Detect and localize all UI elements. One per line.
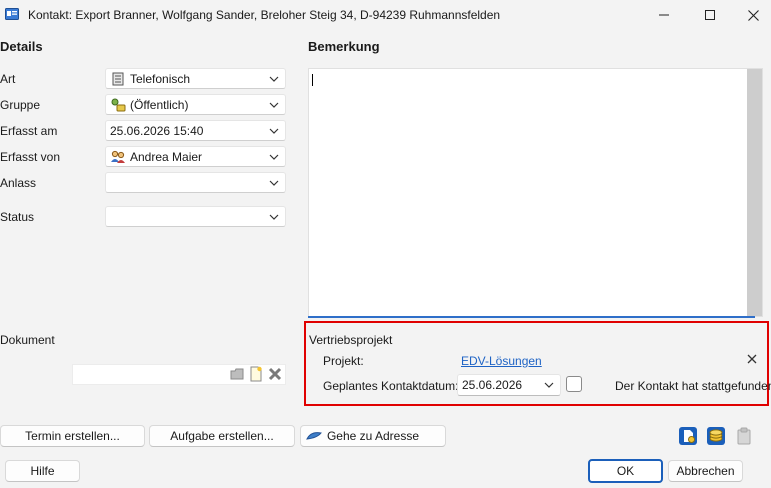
maximize-button[interactable] [687, 0, 733, 30]
chevron-down-icon[interactable] [263, 95, 285, 114]
projekt-link[interactable]: EDV-Lösungen [461, 354, 542, 368]
text-caret [312, 74, 313, 86]
erfasst-am-datetime[interactable]: 25.06.2026 15:40 [105, 120, 286, 141]
chevron-down-icon[interactable] [263, 173, 285, 192]
close-icon [747, 9, 759, 21]
ok-button[interactable]: OK [588, 459, 663, 483]
clipboard-icon [737, 427, 751, 445]
dokument-label: Dokument [0, 333, 55, 347]
details-heading: Details [0, 39, 43, 54]
gruppe-combobox[interactable]: (Öffentlich) [105, 94, 286, 115]
coins-button[interactable] [705, 425, 727, 447]
anlass-combobox[interactable] [105, 172, 286, 193]
chevron-down-icon[interactable] [538, 382, 560, 388]
title-bar: Kontakt: Export Branner, Wolfgang Sander… [0, 0, 771, 30]
close-window-button[interactable] [730, 0, 771, 30]
erfasst-von-combobox[interactable]: Andrea Maier [105, 146, 286, 167]
status-label: Status [0, 210, 35, 224]
gehe-zu-adresse-button[interactable]: Gehe zu Adresse [300, 425, 446, 447]
minimize-icon [659, 14, 669, 16]
aufgabe-erstellen-button[interactable]: Aufgabe erstellen... [149, 425, 295, 447]
vertriebsprojekt-heading: Vertriebsprojekt [309, 333, 393, 347]
art-value: Telefonisch [130, 71, 191, 86]
gruppe-label: Gruppe [0, 98, 41, 112]
disabled-tool-button[interactable] [733, 425, 755, 447]
phone-list-icon [110, 71, 126, 87]
kontaktdatum-label: Geplantes Kontaktdatum: [323, 379, 459, 393]
anlass-label: Anlass [0, 176, 37, 190]
users-icon [110, 149, 126, 165]
new-document-icon[interactable] [248, 366, 264, 382]
coins-icon [707, 427, 725, 445]
folder-icon[interactable] [229, 366, 245, 382]
focus-underline [308, 316, 755, 318]
document-add-icon [679, 427, 697, 445]
art-label: Art [0, 72, 16, 86]
bemerkung-heading: Bemerkung [308, 39, 380, 54]
contact-card-icon [5, 8, 19, 20]
delete-icon[interactable] [267, 366, 283, 382]
chevron-down-icon[interactable] [263, 69, 285, 88]
group-key-icon [110, 97, 126, 113]
kontakt-stattgefunden-label: Der Kontakt hat stattgefunden [615, 379, 771, 393]
remove-projekt-button[interactable] [745, 352, 759, 366]
bemerkung-textarea[interactable] [308, 68, 763, 317]
map-location-icon [306, 429, 322, 446]
close-icon [747, 354, 757, 364]
erfasst-von-value: Andrea Maier [130, 149, 203, 164]
maximize-icon [705, 10, 715, 20]
abbrechen-button[interactable]: Abbrechen [668, 460, 743, 482]
window-title: Kontakt: Export Branner, Wolfgang Sander… [28, 8, 501, 22]
minimize-button[interactable] [641, 0, 687, 30]
termin-erstellen-button[interactable]: Termin erstellen... [0, 425, 145, 447]
erfasst-am-value: 25.06.2026 15:40 [110, 123, 204, 138]
gehe-zu-adresse-label: Gehe zu Adresse [326, 429, 420, 443]
chevron-down-icon[interactable] [263, 207, 285, 226]
projekt-label: Projekt: [323, 354, 364, 368]
erfasst-am-label: Erfasst am [0, 124, 58, 138]
gruppe-value: (Öffentlich) [130, 97, 189, 112]
bemerkung-scrollbar[interactable] [747, 69, 762, 316]
hilfe-button[interactable]: Hilfe [5, 460, 80, 482]
chevron-down-icon[interactable] [263, 121, 285, 140]
art-combobox[interactable]: Telefonisch [105, 68, 286, 89]
kontaktdatum-picker[interactable]: 25.06.2026 [457, 374, 561, 396]
chevron-down-icon[interactable] [263, 147, 285, 166]
kontakt-stattgefunden-checkbox[interactable] [566, 376, 582, 392]
kontaktdatum-value: 25.06.2026 [462, 378, 523, 392]
erfasst-von-label: Erfasst von [0, 150, 61, 164]
status-combobox[interactable] [105, 206, 286, 227]
new-document-button[interactable] [677, 425, 699, 447]
